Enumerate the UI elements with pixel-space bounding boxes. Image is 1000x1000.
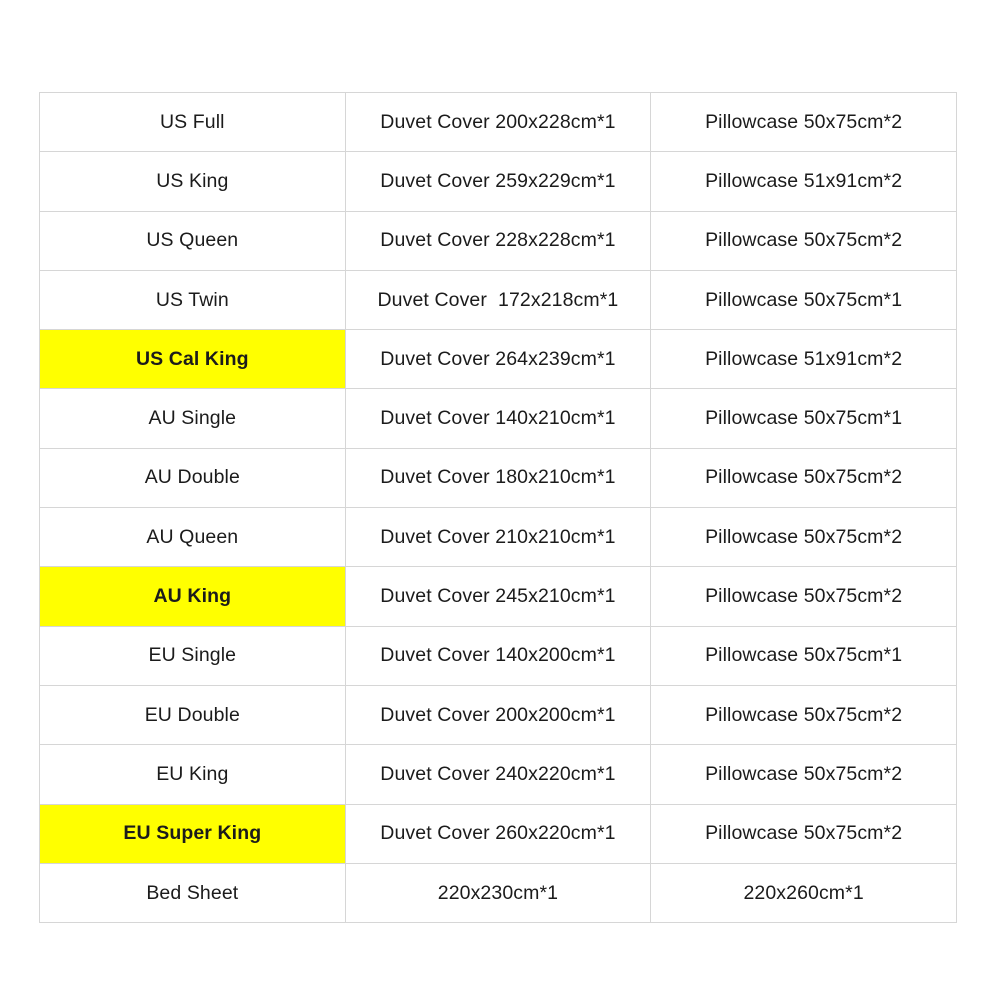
size-table: US Full Duvet Cover 200x228cm*1 Pillowcase… [39,91,957,924]
cell-size-name: Bed Sheet [39,862,346,924]
cell-pillowcase-spec: Pillowcase 50x75cm*2 [650,684,957,746]
cell-pillowcase-spec: Pillowcase 50x75cm*2 [650,803,957,864]
cell-size-name: AU Queen [39,507,346,568]
cell-pillowcase-spec: Pillowcase 51x91cm*2 [650,329,957,390]
table-row: AU King Duvet Cover 245x210cm*1 Pillowcase… [39,566,957,627]
cell-duvet-spec: Duvet Cover 245x210cm*1 [344,566,652,627]
cell-duvet-spec: Duvet Cover 180x210cm*1 [344,447,652,509]
cell-size-name: EU Super King [39,803,346,864]
cell-duvet-spec: Duvet Cover 259x229cm*1 [344,151,652,212]
table-row: US King Duvet Cover 259x229cm*1 Pillowcase… [39,151,957,212]
cell-duvet-spec: Duvet Cover 228x228cm*1 [344,210,652,271]
cell-duvet-spec: 220x230cm*1 [344,862,652,924]
table-row: Bed Sheet 220x230cm*1 220x260cm*1 [39,862,957,924]
table-row: AU Double Duvet Cover 180x210cm*1 Pillowca… [39,447,957,509]
bedding-size-chart: US Full Duvet Cover 200x228cm*1 Pillowcase… [39,91,957,924]
table-row: US Full Duvet Cover 200x228cm*1 Pillowcase… [39,91,957,153]
cell-pillowcase-spec: Pillowcase 50x75cm*2 [650,566,957,627]
cell-pillowcase-spec: Pillowcase 51x91cm*2 [650,151,957,212]
cell-size-name: EU Single [39,625,346,686]
cell-size-name: AU Single [39,388,346,449]
table-row: EU Single Duvet Cover 140x200cm*1 Pillowca… [39,625,957,686]
cell-pillowcase-spec: Pillowcase 50x75cm*2 [650,91,957,153]
cell-size-name: US Cal King [39,329,346,390]
cell-duvet-spec: Duvet Cover 200x200cm*1 [344,684,652,746]
table-row: EU Super King Duvet Cover 260x220cm*1 Pill… [39,803,957,864]
cell-duvet-spec: Duvet Cover 260x220cm*1 [344,803,652,864]
cell-size-name: EU Double [39,684,346,746]
cell-size-name: EU King [39,744,346,805]
table-row: EU Double Duvet Cover 200x200cm*1 Pillowca… [39,684,957,746]
cell-duvet-spec: Duvet Cover 140x200cm*1 [344,625,652,686]
cell-size-name: US Queen [39,210,346,271]
size-table-body: US Full Duvet Cover 200x228cm*1 Pillowcase… [39,91,957,924]
table-row: US Queen Duvet Cover 228x228cm*1 Pillowcas… [39,210,957,271]
cell-pillowcase-spec: Pillowcase 50x75cm*1 [650,269,957,331]
cell-duvet-spec: Duvet Cover 140x210cm*1 [344,388,652,449]
cell-size-name: AU King [39,566,346,627]
cell-duvet-spec: Duvet Cover 200x228cm*1 [344,91,652,153]
cell-pillowcase-spec: Pillowcase 50x75cm*2 [650,447,957,509]
cell-size-name: US Full [39,91,346,153]
cell-pillowcase-spec: 220x260cm*1 [650,862,957,924]
cell-pillowcase-spec: Pillowcase 50x75cm*2 [650,744,957,805]
table-row: AU Queen Duvet Cover 210x210cm*1 Pillowcas… [39,507,957,568]
cell-pillowcase-spec: Pillowcase 50x75cm*1 [650,625,957,686]
cell-pillowcase-spec: Pillowcase 50x75cm*1 [650,388,957,449]
table-row: US Cal King Duvet Cover 264x239cm*1 Pillow… [39,329,957,390]
cell-duvet-spec: Duvet Cover 172x218cm*1 [344,269,652,331]
cell-pillowcase-spec: Pillowcase 50x75cm*2 [650,210,957,271]
table-row: AU Single Duvet Cover 140x210cm*1 Pillowca… [39,388,957,449]
cell-duvet-spec: Duvet Cover 240x220cm*1 [344,744,652,805]
cell-size-name: AU Double [39,447,346,509]
cell-size-name: US King [39,151,346,212]
table-row: US Twin Duvet Cover 172x218cm*1 Pillowcase… [39,269,957,331]
cell-size-name: US Twin [39,269,346,331]
cell-duvet-spec: Duvet Cover 210x210cm*1 [344,507,652,568]
cell-duvet-spec: Duvet Cover 264x239cm*1 [344,329,652,390]
table-row: EU King Duvet Cover 240x220cm*1 Pillowcase… [39,744,957,805]
cell-pillowcase-spec: Pillowcase 50x75cm*2 [650,507,957,568]
